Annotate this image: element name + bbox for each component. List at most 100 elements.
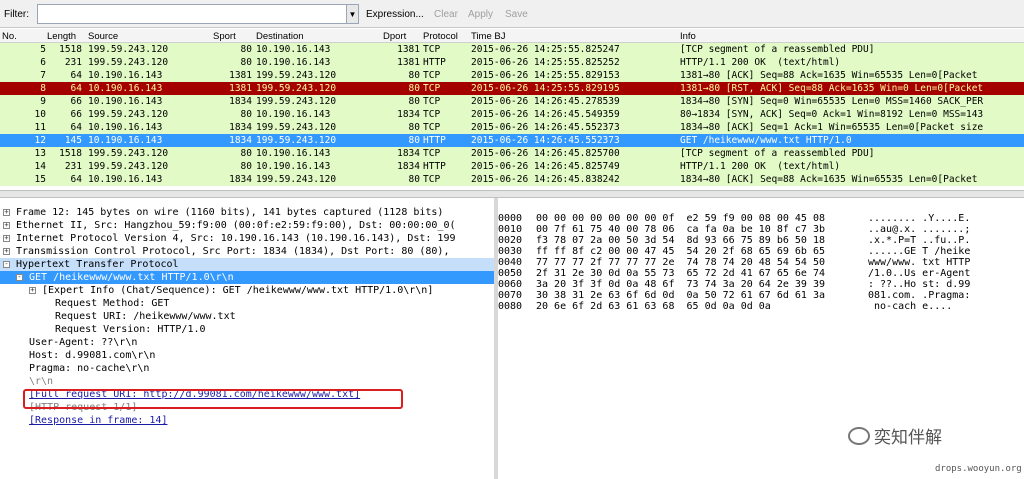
packet-cell-proto: TCP (423, 109, 441, 120)
column-header-dport[interactable]: Dport (383, 31, 406, 42)
expand-icon[interactable]: + (3, 222, 10, 229)
packet-cell-dport: 80 (408, 174, 420, 185)
filter-input[interactable] (37, 4, 347, 24)
packet-cell-dst: 10.190.16.143 (256, 161, 331, 172)
packet-cell-src: 10.190.16.143 (88, 96, 163, 107)
tree-item[interactable]: - Hypertext Transfer Protocol (0, 258, 494, 271)
packet-cell-dport: 80 (408, 96, 420, 107)
highlight-annotation-box (23, 389, 403, 409)
clear-button[interactable]: Clear (434, 9, 458, 20)
packet-cell-no: 5 (40, 44, 46, 55)
packet-row[interactable]: 11 64 10.190.16.143 1834 199.59.243.120 80 TCP… (0, 121, 1024, 134)
packet-cell-no: 13 (34, 148, 46, 159)
column-header-destination[interactable]: Destination (256, 31, 304, 42)
collapse-icon[interactable]: - (3, 261, 10, 268)
packet-row[interactable]: 6 231 199.59.243.120 80 10.190.16.143 1381 HTT… (0, 56, 1024, 69)
packet-row[interactable]: 8 64 10.190.16.143 1381 199.59.243.120 80 TCP 2… (0, 82, 1024, 95)
packet-cell-time: 2015-06-26 14:25:55.829195 (471, 83, 620, 94)
packet-cell-dport: 80 (408, 122, 420, 133)
tree-item[interactable]: + Transmission Control Protocol, Src Port… (0, 245, 494, 258)
column-header-sport[interactable]: Sport (213, 31, 236, 42)
hex-row[interactable]: 0080 20 6e 6f 2d 63 61 63 68 65 0d 0a 0d … (498, 301, 1024, 312)
tree-item[interactable]: User-Agent: ??\r\n (0, 336, 494, 349)
hex-row[interactable]: 0060 3a 20 3f 3f 0d 0a 48 6f 73 74 3a 20 … (498, 279, 1024, 290)
packet-cell-dst: 10.190.16.143 (256, 148, 331, 159)
tree-item[interactable]: Request Method: GET (0, 297, 494, 310)
tree-item[interactable]: Request URI: /heikewww/www.txt (0, 310, 494, 323)
tree-item[interactable]: Host: d.99081.com\r\n (0, 349, 494, 362)
packet-cell-time: 2015-06-26 14:25:55.825252 (471, 57, 620, 68)
tree-item[interactable]: + Ethernet II, Src: Hangzhou_59:f9:00 (00… (0, 219, 494, 232)
hex-bytes: 3a 20 3f 3f 0d 0a 48 6f 73 74 3a 20 64 2… (536, 279, 825, 290)
hex-row[interactable]: 0030 ff ff 8f c2 00 00 47 45 54 20 2f 68 … (498, 246, 1024, 257)
tree-item[interactable]: + Frame 12: 145 bytes on wire (1160 bits)… (0, 206, 494, 219)
hex-row[interactable]: 0070 30 38 31 2e 63 6f 6d 0d 0a 50 72 61 … (498, 290, 1024, 301)
column-header-protocol[interactable]: Protocol (423, 31, 458, 42)
column-header-info[interactable]: Info (680, 31, 696, 42)
hex-ascii: : ??..Ho st: d.99 (868, 279, 971, 290)
packet-cell-src: 10.190.16.143 (88, 83, 163, 94)
column-header-no[interactable]: No. (2, 31, 17, 42)
hex-bytes: 20 6e 6f 2d 63 61 63 68 65 0d 0a 0d 0a (536, 301, 771, 312)
packet-row[interactable]: 12 145 10.190.16.143 1834 199.59.243.120 80 HT… (0, 134, 1024, 147)
tree-item[interactable]: - GET /heikewww/www.txt HTTP/1.0\r\n (0, 271, 494, 284)
packet-cell-time: 2015-06-26 14:26:45.552373 (471, 135, 620, 146)
packet-cell-src: 199.59.243.120 (88, 109, 169, 120)
packet-row[interactable]: 5 1518 199.59.243.120 80 10.190.16.143 1381 TC… (0, 43, 1024, 56)
hex-row[interactable]: 0020 f3 78 07 2a 00 50 3d 54 8d 93 66 75 … (498, 235, 1024, 246)
save-button[interactable]: Save (505, 9, 528, 20)
expression-button[interactable]: Expression... (366, 9, 424, 20)
tree-item[interactable]: \r\n (0, 375, 494, 388)
pane-splitter[interactable] (0, 190, 1024, 198)
tree-item[interactable]: [Response in frame: 14] (0, 414, 494, 427)
hex-bytes: ff ff 8f c2 00 00 47 45 54 20 2f 68 65 6… (536, 246, 825, 257)
hex-off: 0060 (498, 279, 523, 290)
packet-cell-dst: 199.59.243.120 (256, 70, 337, 81)
packet-cell-sport: 80 (240, 161, 252, 172)
column-header-time[interactable]: Time BJ (471, 31, 505, 42)
column-header-length[interactable]: Length (47, 31, 76, 42)
expand-icon[interactable]: + (29, 287, 36, 294)
filter-dropdown-button[interactable]: ▼ (346, 4, 359, 24)
chevron-down-icon: ▼ (348, 9, 357, 19)
packet-details-tree: + Frame 12: 145 bytes on wire (1160 bits)… (0, 206, 494, 479)
expand-icon[interactable]: + (3, 209, 10, 216)
tree-item-text[interactable]: [Response in frame: 14] (29, 414, 167, 427)
expand-icon[interactable]: + (3, 235, 10, 242)
packet-row[interactable]: 7 64 10.190.16.143 1381 199.59.243.120 80 TCP 2… (0, 69, 1024, 82)
hex-bytes: 00 7f 61 75 40 00 78 06 ca fa 0a be 10 8… (536, 224, 825, 235)
packet-cell-info: 1834→80 [ACK] Seq=88 Ack=1635 Win=65535 … (680, 174, 978, 185)
packet-cell-src: 10.190.16.143 (88, 70, 163, 81)
packet-cell-proto: TCP (423, 148, 441, 159)
collapse-icon[interactable]: - (16, 274, 23, 281)
tree-item[interactable]: Pragma: no-cache\r\n (0, 362, 494, 375)
packet-cell-proto: HTTP (423, 135, 446, 146)
packet-row[interactable]: 9 66 10.190.16.143 1834 199.59.243.120 80 TCP 2… (0, 95, 1024, 108)
apply-button[interactable]: Apply (468, 9, 493, 20)
packet-row[interactable]: 13 1518 199.59.243.120 80 10.190.16.143 1834 T… (0, 147, 1024, 160)
packet-row[interactable]: 15 64 10.190.16.143 1834 199.59.243.120 80 TCP… (0, 173, 1024, 186)
packet-cell-sport: 1834 (229, 174, 252, 185)
tree-item[interactable]: + Internet Protocol Version 4, Src: 10.19… (0, 232, 494, 245)
packet-cell-info: HTTP/1.1 200 OK (text/html) (680, 161, 841, 172)
packet-cell-no: 8 (40, 83, 46, 94)
hex-row[interactable]: 0040 77 77 77 2f 77 77 77 2e 74 78 74 20 … (498, 257, 1024, 268)
packet-cell-time: 2015-06-26 14:26:45.825749 (471, 161, 620, 172)
packet-row[interactable]: 10 66 199.59.243.120 80 10.190.16.143 1834 TCP… (0, 108, 1024, 121)
tree-item[interactable]: + [Expert Info (Chat/Sequence): GET /heik… (0, 284, 494, 297)
column-header-source[interactable]: Source (88, 31, 118, 42)
packet-cell-info: HTTP/1.1 200 OK (text/html) (680, 57, 841, 68)
packet-cell-info: GET /heikewww/www.txt HTTP/1.0 (680, 135, 852, 146)
hex-ascii: ........ .Y....E. (868, 213, 971, 224)
packet-cell-dst: 10.190.16.143 (256, 44, 331, 55)
hex-row[interactable]: 0010 00 7f 61 75 40 00 78 06 ca fa 0a be … (498, 224, 1024, 235)
tree-item-text: \r\n (29, 376, 54, 387)
tree-item-text: Host: d.99081.com\r\n (29, 350, 156, 361)
hex-row[interactable]: 0050 2f 31 2e 30 0d 0a 55 73 65 72 2d 41 … (498, 268, 1024, 279)
packet-row[interactable]: 14 231 199.59.243.120 80 10.190.16.143 1834 HT… (0, 160, 1024, 173)
packet-cell-src: 10.190.16.143 (88, 122, 163, 133)
packet-cell-sport: 80 (240, 44, 252, 55)
hex-row[interactable]: 0000 00 00 00 00 00 00 00 0f e2 59 f9 00 … (498, 213, 1024, 224)
expand-icon[interactable]: + (3, 248, 10, 255)
tree-item[interactable]: Request Version: HTTP/1.0 (0, 323, 494, 336)
